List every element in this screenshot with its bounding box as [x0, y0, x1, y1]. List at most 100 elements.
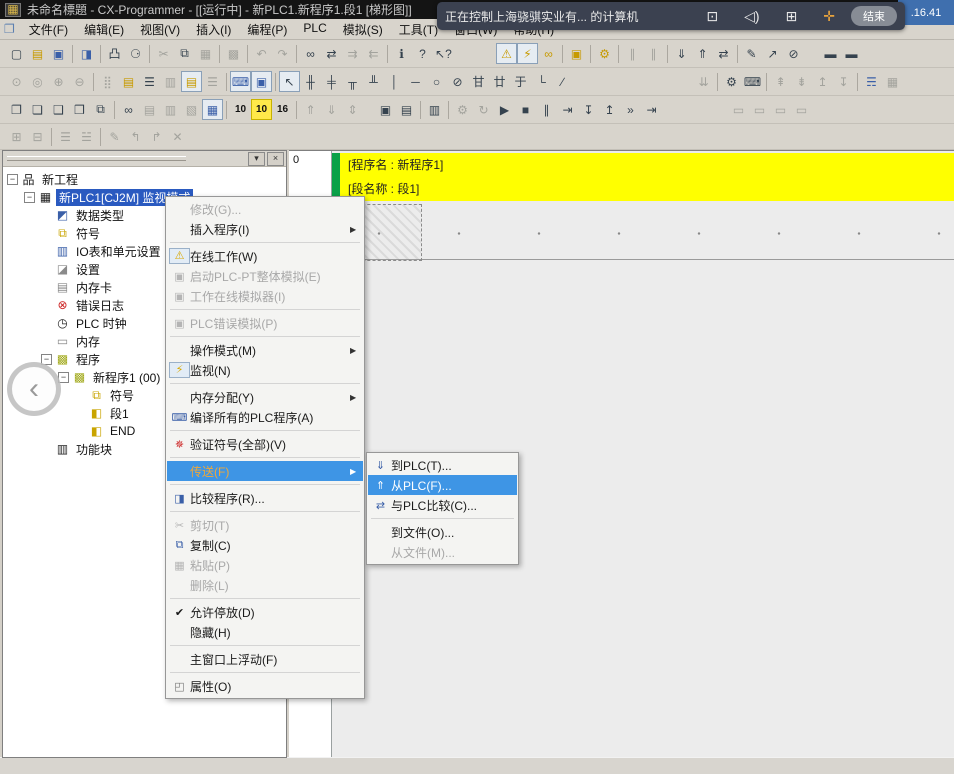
compare-with-plc-button[interactable]: ⇄ [713, 43, 734, 64]
differential-monitor-button[interactable]: ∞ [538, 43, 559, 64]
mark-diff-button[interactable]: ✎ [104, 126, 125, 147]
menu-insert[interactable]: 插入(I) [188, 19, 239, 40]
insert-rung-above-button[interactable]: ⇞ [770, 71, 791, 92]
tree-expander[interactable]: − [24, 192, 35, 203]
menu-insert-program[interactable]: 插入程序(I) ▶ [167, 219, 363, 239]
clear-diff-button[interactable]: ✕ [167, 126, 188, 147]
about-button[interactable]: ℹ [391, 43, 412, 64]
new-or-contact-button[interactable]: ╥ [342, 71, 363, 92]
bottom-scroll-strip[interactable] [0, 757, 954, 774]
select-tool-button[interactable]: ↖ [279, 71, 300, 92]
compare-programs-button[interactable]: ◨ [76, 43, 97, 64]
decimal-monitor-button[interactable]: 10 [230, 99, 251, 120]
sim-run-mode-button[interactable]: ⚙ [452, 99, 473, 120]
rung-comment-button[interactable]: ▤ [118, 71, 139, 92]
window-layout-icon[interactable]: ⊞ [786, 8, 798, 25]
upload-from-plc-button[interactable]: ⇑ [692, 43, 713, 64]
find-button[interactable]: ∞ [300, 43, 321, 64]
output-panel-button[interactable]: ▭ [728, 99, 749, 120]
menu-memory-allocation[interactable]: 内存分配(Y) ▶ [167, 387, 363, 407]
arrange-icons-button[interactable]: ❒ [69, 99, 90, 120]
address-reference-button[interactable]: ▣ [251, 71, 272, 92]
delete-vertical-button[interactable]: ∕ [552, 71, 573, 92]
show-rung-annotations-button[interactable]: ☱ [76, 126, 97, 147]
zoom-tool-button[interactable]: ⊙ [6, 71, 27, 92]
sim-monitor-mode-button[interactable]: ↻ [473, 99, 494, 120]
tree-item-project[interactable]: − 品 新工程 [3, 170, 286, 188]
menu-work-online-simulator[interactable]: ▣ 工作在线模拟器(I) [167, 286, 363, 306]
new-contact-button[interactable]: ╫ [300, 71, 321, 92]
insert-row-button[interactable]: ⊞ [6, 126, 27, 147]
submenu-compare-with-plc[interactable]: ⇄ 与PLC比较(C)... [368, 495, 517, 515]
online-edit-send-button[interactable]: ↗ [762, 43, 783, 64]
menu-compile-all-plc-programs[interactable]: ⌨ 编译所有的PLC程序(A) [167, 407, 363, 427]
watch-window-button[interactable]: ▬ [820, 43, 841, 64]
watch-sheet-button[interactable]: ▤ [139, 99, 160, 120]
prev-diff-button[interactable]: ↰ [125, 126, 146, 147]
menu-properties[interactable]: ◰ 属性(O) [167, 676, 363, 696]
zoom-in-button[interactable]: ⊕ [48, 71, 69, 92]
panel-dropdown-icon[interactable]: ▾ [248, 152, 265, 166]
rung-wrap-button[interactable]: ▤ [181, 71, 202, 92]
io-comment-view-button[interactable]: ▧ [181, 99, 202, 120]
menu-operating-mode[interactable]: 操作模式(M) ▶ [167, 340, 363, 360]
sim-run-to-end-button[interactable]: ⇥ [641, 99, 662, 120]
next-diff-button[interactable]: ↱ [146, 126, 167, 147]
new-closed-coil-button[interactable]: ⊘ [447, 71, 468, 92]
insert-rung-below-button[interactable]: ⇟ [791, 71, 812, 92]
io-table-button[interactable]: ▦ [882, 71, 903, 92]
work-online-button[interactable]: ⚠ [496, 43, 517, 64]
menu-file[interactable]: 文件(F) [21, 19, 76, 40]
section-list-button[interactable]: ☴ [861, 71, 882, 92]
simulator-window-button[interactable]: ▤ [396, 99, 417, 120]
tile-horizontal-button[interactable]: ❏ [27, 99, 48, 120]
new-coil-button[interactable]: ○ [426, 71, 447, 92]
menu-plc[interactable]: PLC [295, 19, 334, 40]
copy-button[interactable]: ⧉ [174, 43, 195, 64]
cut-button[interactable]: ✂ [153, 43, 174, 64]
force-on-button[interactable]: ⇑ [300, 99, 321, 120]
sim-stop-button[interactable]: ■ [515, 99, 536, 120]
new-pls-up-button[interactable]: 甘 [468, 71, 489, 92]
memory-panel-button[interactable]: ▭ [770, 99, 791, 120]
print-button[interactable]: 凸 [104, 43, 125, 64]
menu-compare-program[interactable]: ◨ 比较程序(R)... [167, 488, 363, 508]
vertical-line-button[interactable]: │ [384, 71, 405, 92]
remote-tools-icon[interactable]: ✛ [823, 8, 835, 25]
pause-trigger-button[interactable]: ∥ [643, 43, 664, 64]
cascade-windows-button[interactable]: ❐ [6, 99, 27, 120]
simulator-online-button[interactable]: ▣ [375, 99, 396, 120]
speaker-icon[interactable]: ◁) [744, 8, 759, 25]
pause-button[interactable]: ∥ [622, 43, 643, 64]
horizontal-line-button[interactable]: ─ [405, 71, 426, 92]
menu-copy[interactable]: ⧉ 复制(C) [167, 535, 363, 555]
simulator-connect-button[interactable]: ▥ [424, 99, 445, 120]
force-off-button[interactable]: ⇓ [321, 99, 342, 120]
undo-button[interactable]: ↶ [251, 43, 272, 64]
symbol-comment-button[interactable]: ⌨ [230, 71, 251, 92]
new-or-closed-contact-button[interactable]: ╨ [363, 71, 384, 92]
menu-hide[interactable]: 隐藏(H) [167, 622, 363, 642]
help-button[interactable]: ? [412, 43, 433, 64]
download-to-plc-button[interactable]: ⇓ [671, 43, 692, 64]
pause-monitor-button[interactable]: ▣ [566, 43, 587, 64]
end-session-button[interactable]: 结束 [851, 6, 897, 26]
force-cancel-button[interactable]: ⇕ [342, 99, 363, 120]
address-reference-tool-button[interactable]: ▥ [160, 99, 181, 120]
online-edit-begin-button[interactable]: ✎ [741, 43, 762, 64]
replace-button[interactable]: ⇄ [321, 43, 342, 64]
show-rung-comments-button[interactable]: ☰ [55, 126, 76, 147]
submenu-to-file[interactable]: 到文件(O)... [368, 522, 517, 542]
monitor-data-button[interactable]: ▥ [160, 71, 181, 92]
close-all-windows-button[interactable]: ⧉ [90, 99, 111, 120]
panel-close-icon[interactable]: × [267, 152, 284, 166]
paste-special-button[interactable]: ▩ [223, 43, 244, 64]
submenu-from-file[interactable]: 从文件(M)... [368, 542, 517, 562]
menu-delete[interactable]: 删除(L) [167, 575, 363, 595]
open-project-button[interactable]: ▤ [27, 43, 48, 64]
new-closed-contact-button[interactable]: ╪ [321, 71, 342, 92]
monitor-button[interactable]: ⚡ [517, 43, 538, 64]
signed-decimal-monitor-button[interactable]: 10 [251, 99, 272, 120]
menu-plc-error-simulation[interactable]: ▣ PLC错误模拟(P) [167, 313, 363, 333]
menu-monitor[interactable]: ⚡ 监视(N) [167, 360, 363, 380]
